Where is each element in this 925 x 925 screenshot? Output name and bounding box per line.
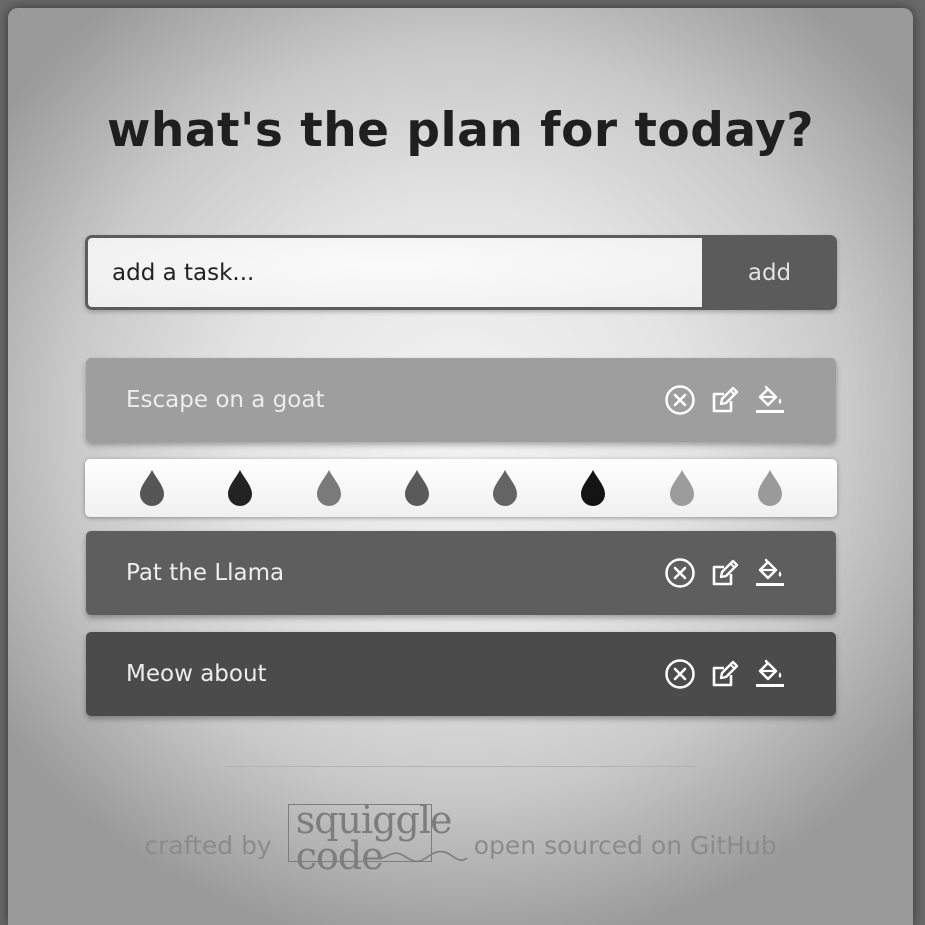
color-drop-icon[interactable]: [669, 469, 695, 507]
footer-divider: [225, 766, 697, 767]
logo-word-code: code: [295, 834, 384, 878]
color-drop-icon[interactable]: [316, 469, 342, 507]
task-item: Escape on a goat: [86, 358, 836, 442]
task-item: Meow about: [86, 632, 836, 716]
color-drop-icon[interactable]: [227, 469, 253, 507]
edit-pencil-icon[interactable]: [709, 384, 741, 416]
color-palette: [85, 459, 837, 517]
paint-bucket-icon[interactable]: [754, 384, 786, 416]
task-actions: [664, 658, 786, 690]
squiggle-code-logo[interactable]: squiggle code: [287, 798, 468, 888]
task-text: Escape on a goat: [126, 387, 325, 413]
task-text: Meow about: [126, 661, 267, 687]
paint-bucket-icon[interactable]: [754, 658, 786, 690]
add-button[interactable]: add: [702, 235, 837, 310]
delete-circle-x-icon[interactable]: [664, 384, 696, 416]
color-drop-icon[interactable]: [580, 469, 606, 507]
color-drop-icon[interactable]: [492, 469, 518, 507]
edit-pencil-icon[interactable]: [709, 658, 741, 690]
task-text: Pat the Llama: [126, 560, 285, 586]
github-link[interactable]: open sourced on GitHub: [474, 831, 777, 860]
task-input[interactable]: [85, 235, 702, 310]
add-task-form: add: [85, 235, 837, 310]
page-title: what's the plan for today?: [106, 103, 815, 158]
paint-bucket-icon[interactable]: [754, 557, 786, 589]
task-actions: [664, 384, 786, 416]
color-drop-icon[interactable]: [139, 469, 165, 507]
squiggle-wave-icon: [373, 850, 468, 863]
footer: crafted by squiggle code open sourced on…: [8, 798, 913, 888]
crafted-by-label: crafted by: [144, 830, 272, 860]
color-drop-icon[interactable]: [757, 469, 783, 507]
color-drop-icon[interactable]: [404, 469, 430, 507]
delete-circle-x-icon[interactable]: [664, 557, 696, 589]
task-item: Pat the Llama: [86, 531, 836, 615]
edit-pencil-icon[interactable]: [709, 557, 741, 589]
delete-circle-x-icon[interactable]: [664, 658, 696, 690]
app-frame: what's the plan for today? add Escape on…: [8, 8, 913, 925]
task-actions: [664, 557, 786, 589]
